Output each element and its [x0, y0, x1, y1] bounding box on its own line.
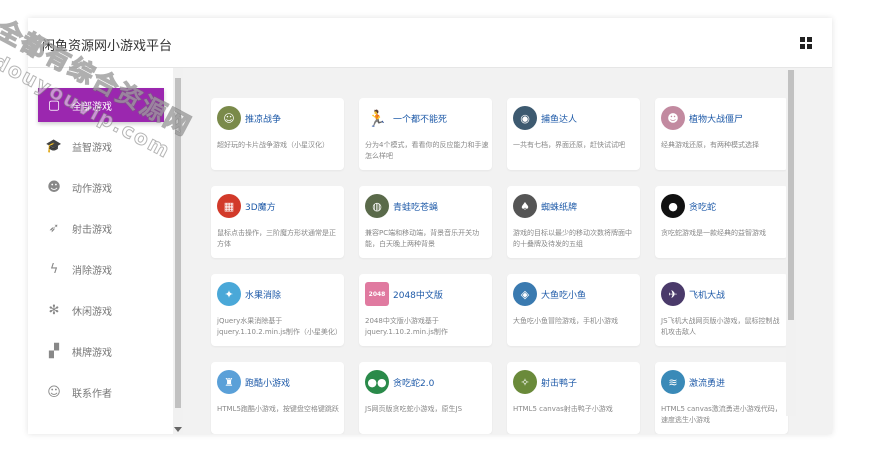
frog-icon: ◍	[365, 194, 389, 218]
game-title[interactable]: 射击鸭子	[541, 376, 577, 389]
game-description: 大鱼吃小鱼冒险游戏，手机小游戏	[513, 317, 618, 325]
sidebar-item-label: 消除游戏	[72, 265, 112, 277]
sidebar-item-label: 联系作者	[72, 388, 112, 400]
sidebar-item-2[interactable]: ☻ 动作游戏	[38, 170, 164, 204]
rocket-icon: ➶	[48, 220, 60, 236]
shark-icon: ◈	[513, 282, 537, 306]
sidebar-item-5[interactable]: ✻ 休闲游戏	[38, 293, 164, 327]
number-2048-icon: 2048	[365, 282, 389, 306]
reddit-icon: ☻	[47, 179, 61, 195]
game-card[interactable]: ♠ 蜘蛛纸牌游戏的目标以最少的移动次数将牌面中的十叠牌及待发的五组	[507, 186, 640, 258]
game-description: 一共有七档，界面还原，赶快试试吧	[513, 141, 625, 149]
game-card[interactable]: ▦ 3D魔方鼠标点击操作，三阶魔方形状通常是正方体	[211, 186, 344, 258]
sidebar-item-4[interactable]: ϟ 消除游戏	[38, 252, 164, 286]
game-description: JS网页版贪吃蛇小游戏，原生JS	[365, 405, 463, 413]
game-card[interactable]: ●● 贪吃蛇2.0 JS网页版贪吃蛇小游戏，原生JS	[359, 362, 492, 434]
game-title[interactable]: 青蛙吃苍蝇	[393, 200, 438, 213]
twitch-icon: ▢	[47, 97, 61, 113]
fish-icon: ◉	[513, 106, 537, 130]
plane-icon: ✈	[661, 282, 685, 306]
game-card[interactable]: ◉ 捕鱼达人一共有七档，界面还原，赶快试试吧	[507, 98, 640, 170]
game-description: 2048中文版小游戏基于jquery.1.10.2.min.js制作	[365, 317, 448, 336]
runner-icon: ♜	[217, 370, 241, 394]
game-title[interactable]: 飞机大战	[689, 288, 725, 301]
sidebar: ▢ 全部游戏 🎓 益智游戏 ☻ 动作游戏 ➶ 射击游戏 ϟ 消除游戏 ✻ 休闲游戏 ▞ 棋牌游戏 ☺ 联系作者	[28, 68, 183, 434]
game-title[interactable]: 贪吃蛇2.0	[393, 376, 434, 389]
duck-icon: ✧	[513, 370, 537, 394]
app-window: 闲鱼资源网小游戏平台 ▢ 全部游戏 🎓 益智游戏 ☻ 动作游戏 ➶ 射击游戏 ϟ 消除游戏 ✻ 休闲游…	[28, 18, 832, 434]
lightning-icon: ϟ	[49, 261, 59, 277]
sidebar-item-label: 休闲游戏	[72, 306, 112, 318]
sidebar-item-label: 动作游戏	[72, 183, 112, 195]
user-icon: ☺	[47, 384, 61, 400]
game-card[interactable]: ☺ 推凉战争超好玩的卡片战争游戏（小星汉化）	[211, 98, 344, 170]
game-grid: ☺ 推凉战争超好玩的卡片战争游戏（小星汉化） 🏃 一个都不能死分为4个模式，看看你的反…	[183, 68, 832, 434]
sidebar-item-label: 射击游戏	[72, 224, 112, 236]
game-description: 兼容PC端和移动端，背景音乐开关功能，白天晚上两种背景	[365, 229, 480, 248]
cards-icon: ♠	[513, 194, 537, 218]
game-description: 分为4个模式，看看你的反应能力和手速怎么样吧	[365, 141, 489, 160]
game-card[interactable]: ● 贪吃蛇贪吃蛇游戏是一款经典的益智游戏	[655, 186, 788, 258]
sidebar-item-6[interactable]: ▞ 棋牌游戏	[38, 334, 164, 368]
avatar-icon: ☺	[217, 106, 241, 130]
game-description: HTML5跑酷小游戏，按键盘空格键跳跃	[217, 405, 339, 413]
game-card[interactable]: ✈ 飞机大战 JS飞机大战网页版小游戏，鼠标控制战机攻击敌人	[655, 274, 788, 346]
sidebar-scroll-thumb[interactable]	[175, 78, 181, 408]
snake-icon: ●	[661, 194, 685, 218]
game-card[interactable]: ☻ 植物大战僵尸经典游戏还原，有两种模式选择	[655, 98, 788, 170]
sidebar-item-0[interactable]: ▢ 全部游戏	[38, 88, 164, 122]
sidebar-item-7[interactable]: ☺ 联系作者	[38, 375, 164, 409]
running-man-icon: 🏃	[365, 106, 389, 130]
sidebar-item-1[interactable]: 🎓 益智游戏	[38, 129, 164, 163]
game-title[interactable]: 一个都不能死	[393, 112, 447, 125]
game-card[interactable]: 2048 2048中文版 2048中文版小游戏基于jquery.1.10.2.min…	[359, 274, 492, 346]
game-title[interactable]: 跑酷小游戏	[245, 376, 290, 389]
game-title[interactable]: 激流勇进	[689, 376, 725, 389]
game-title[interactable]: 贪吃蛇	[689, 200, 716, 213]
game-description: 贪吃蛇游戏是一款经典的益智游戏	[661, 229, 766, 237]
game-card[interactable]: ≋ 激流勇进 HTML5 canvas激流勇进小游戏代码，速度逃生小游戏	[655, 362, 788, 434]
graduation-cap-icon: 🎓	[45, 138, 63, 154]
boat-icon: ≋	[661, 370, 685, 394]
sidebar-item-label: 全部游戏	[72, 101, 112, 113]
game-title[interactable]: 3D魔方	[245, 200, 276, 213]
game-title[interactable]: 水果消除	[245, 288, 281, 301]
zombie-icon: ☻	[661, 106, 685, 130]
game-title[interactable]: 2048中文版	[393, 288, 443, 301]
game-description: JS飞机大战网页版小游戏，鼠标控制战机攻击敌人	[661, 317, 780, 336]
game-card[interactable]: ✧ 射击鸭子 HTML5 canvas射击鸭子小游戏	[507, 362, 640, 434]
game-title[interactable]: 推凉战争	[245, 112, 281, 125]
game-description: HTML5 canvas激流勇进小游戏代码，速度逃生小游戏	[661, 405, 782, 424]
game-description: 游戏的目标以最少的移动次数将牌面中的十叠牌及待发的五组	[513, 229, 632, 248]
game-card[interactable]: ♜ 跑酷小游戏 HTML5跑酷小游戏，按键盘空格键跳跃	[211, 362, 344, 434]
game-description: 鼠标点击操作，三阶魔方形状通常是正方体	[217, 229, 336, 248]
sidebar-item-3[interactable]: ➶ 射击游戏	[38, 211, 164, 245]
cube-icon: ▦	[217, 194, 241, 218]
page-title: 闲鱼资源网小游戏平台	[42, 39, 173, 54]
game-card[interactable]: ◍ 青蛙吃苍蝇兼容PC端和移动端，背景音乐开关功能，白天晚上两种背景	[359, 186, 492, 258]
windows-icon[interactable]	[800, 37, 812, 49]
game-title[interactable]: 蜘蛛纸牌	[541, 200, 577, 213]
game-description: 超好玩的卡片战争游戏（小星汉化）	[217, 141, 329, 149]
sidebar-scrollbar[interactable]	[173, 68, 183, 434]
fruit-icon: ✦	[217, 282, 241, 306]
game-card[interactable]: ✦ 水果消除 jQuery水果消除基于jquery.1.10.2.min.js制作（…	[211, 274, 344, 346]
header: 闲鱼资源网小游戏平台	[28, 18, 832, 68]
scroll-down-arrow-icon[interactable]	[174, 427, 182, 432]
sidebar-item-label: 棋牌游戏	[72, 347, 112, 359]
main-scroll-thumb[interactable]	[788, 70, 794, 320]
chessboard-icon: ▞	[49, 343, 59, 359]
sidebar-item-label: 益智游戏	[72, 142, 112, 154]
game-title[interactable]: 植物大战僵尸	[689, 112, 743, 125]
game-title[interactable]: 大鱼吃小鱼	[541, 288, 586, 301]
snake-eyes-icon: ●●	[365, 370, 389, 394]
game-title[interactable]: 捕鱼达人	[541, 112, 577, 125]
game-description: HTML5 canvas射击鸭子小游戏	[513, 405, 613, 413]
game-card[interactable]: 🏃 一个都不能死分为4个模式，看看你的反应能力和手速怎么样吧	[359, 98, 492, 170]
main-scrollbar[interactable]	[786, 70, 796, 416]
butterfly-icon: ✻	[48, 302, 60, 318]
game-description: jQuery水果消除基于jquery.1.10.2.min.js制作（小星美化）	[217, 317, 342, 336]
game-card[interactable]: ◈ 大鱼吃小鱼大鱼吃小鱼冒险游戏，手机小游戏	[507, 274, 640, 346]
game-description: 经典游戏还原，有两种模式选择	[661, 141, 759, 149]
